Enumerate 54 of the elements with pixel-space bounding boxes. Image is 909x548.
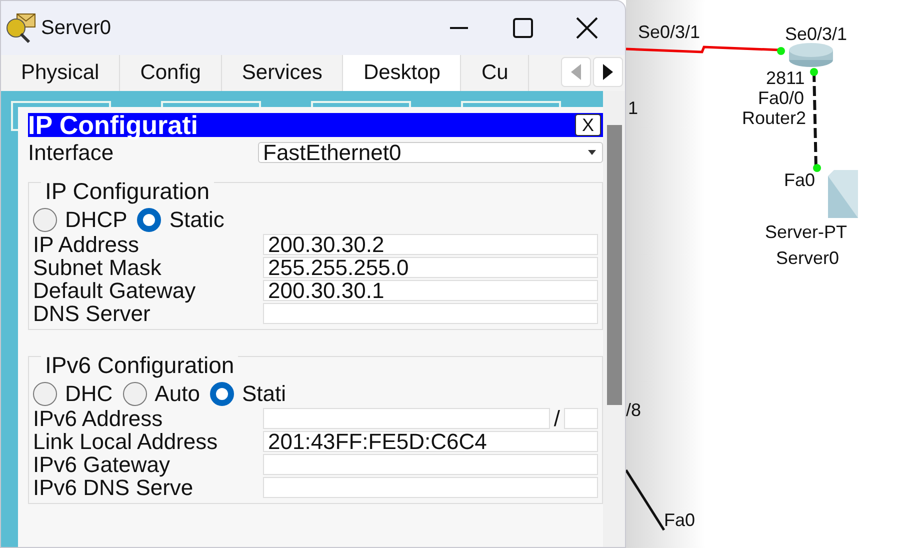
device-label: Se0/3/1 [638, 22, 700, 42]
caret-icon [588, 150, 596, 155]
ethernet-link [626, 469, 666, 531]
radio-option[interactable]: DHCP [33, 208, 128, 232]
field-label: Subnet Mask [33, 256, 162, 278]
prefix-field[interactable] [564, 408, 598, 429]
scrollbar[interactable] [603, 91, 625, 547]
input-field[interactable]: 200.30.30.1 [263, 280, 598, 301]
device-label: 1 [628, 98, 638, 118]
input-field[interactable] [263, 408, 550, 429]
tab[interactable]: Desktop [343, 55, 462, 91]
field-label: IPv6 Gateway [33, 454, 171, 476]
field-label: IP Address [33, 234, 140, 256]
device-label: Fa0 [664, 510, 696, 530]
window-title: Server0 [41, 16, 112, 41]
input-field[interactable]: 201:43FF:FE5D:C6C4 [263, 431, 598, 452]
right-arrow-icon [602, 63, 614, 81]
radio-option[interactable]: Auto [122, 382, 200, 406]
device-label: Router2 [742, 108, 806, 128]
server-app-icon [5, 12, 37, 44]
input-field[interactable] [263, 303, 598, 324]
field-label: Interface [28, 142, 115, 164]
prefix-separator: / [552, 408, 561, 430]
interface-dropdown[interactable]: FastEthernet0 [258, 142, 603, 163]
dropdown-value: FastEthernet0 [263, 142, 402, 164]
field-label: IPv6 DNS Serve [33, 476, 194, 498]
radio-option[interactable]: DHC [33, 382, 113, 406]
link-status-dot [813, 164, 821, 172]
dialog-title: IP Configurati [28, 113, 198, 137]
router-icon [789, 43, 833, 67]
link-status-dot [777, 47, 785, 55]
server-icon [828, 170, 858, 218]
field-label: DNS Server [33, 302, 150, 324]
input-field[interactable]: 200.30.30.2 [263, 234, 598, 255]
device-label: 2811 [766, 68, 805, 88]
close-button[interactable]: X [574, 114, 601, 136]
field-label: IPv6 Address [33, 408, 164, 430]
group-title: IP Configuration [41, 179, 214, 203]
left-arrow-icon [570, 63, 582, 81]
device-label: Server-PT [765, 222, 848, 242]
input-field[interactable]: 255.255.255.0 [263, 257, 598, 278]
field-label: Default Gateway [33, 280, 197, 302]
device-label: Se0/3/1 [785, 24, 848, 44]
field-label: Link Local Address [33, 430, 219, 452]
input-field[interactable] [263, 454, 598, 475]
scroll-right-button[interactable] [593, 57, 623, 87]
link-status-dot [810, 68, 818, 76]
device-label: /8 [626, 400, 642, 420]
device-label: Fa0 [784, 170, 816, 190]
device-label: Fa0/0 [758, 88, 804, 108]
group-title: IPv6 Configuration [41, 353, 238, 377]
radio-option[interactable]: Static [137, 208, 224, 232]
device-label: Server0 [776, 248, 840, 268]
input-field[interactable] [263, 477, 598, 498]
